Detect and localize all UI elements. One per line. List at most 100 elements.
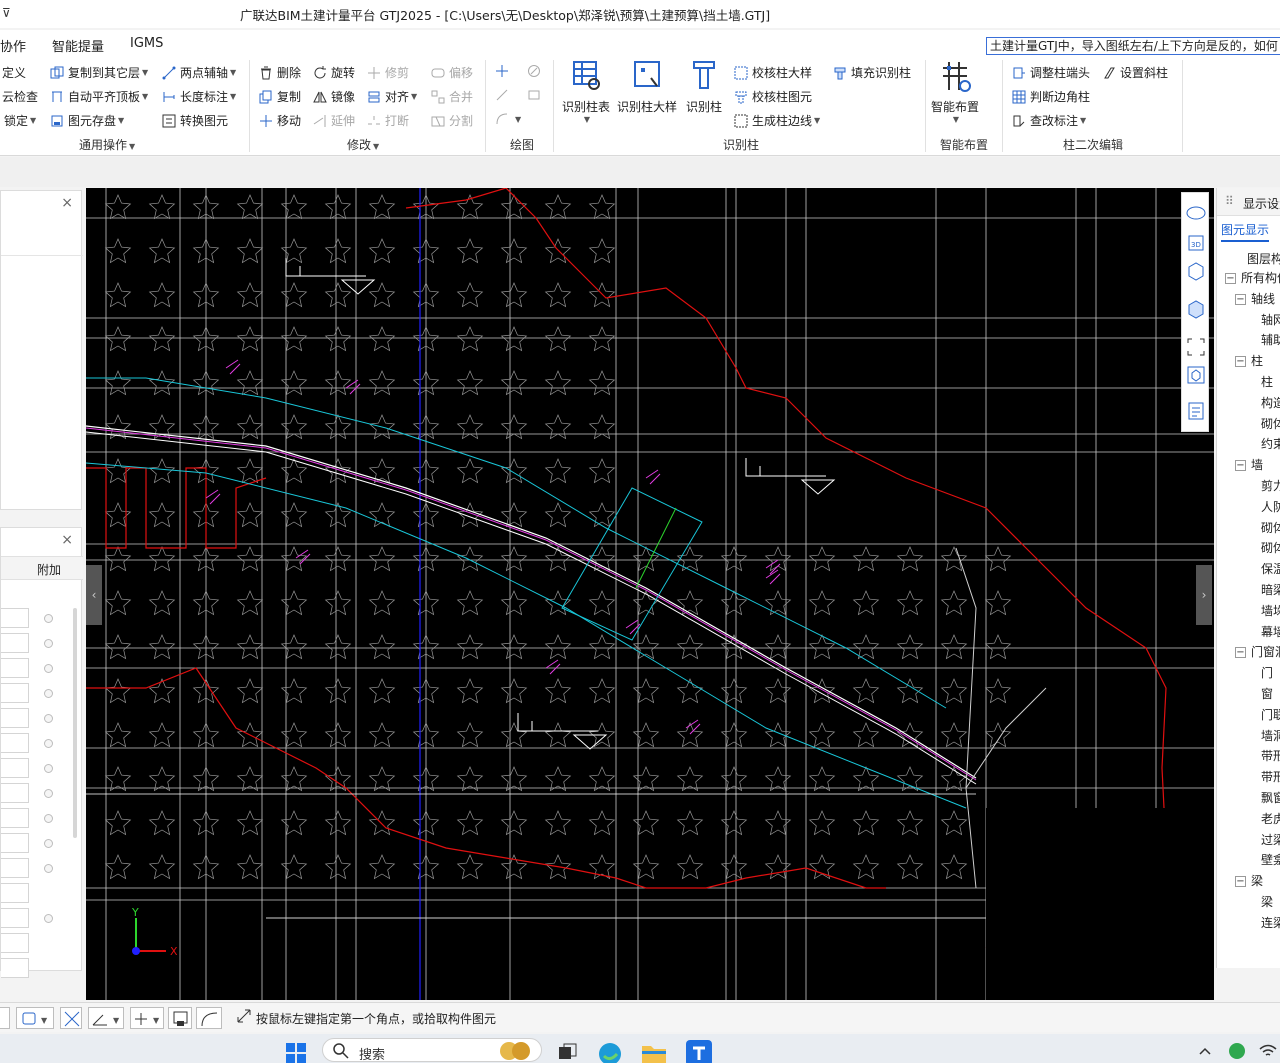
delete-button[interactable]: 删除	[259, 64, 301, 81]
fill-recognize-column-button[interactable]: 填充识别柱	[833, 64, 911, 81]
auto-align-slab-button[interactable]: 自动平齐顶板 ▼	[50, 88, 148, 105]
property-value-cell[interactable]	[1, 708, 29, 728]
gtj-app-icon[interactable]	[686, 1040, 712, 1063]
move-button[interactable]: 移动	[259, 112, 301, 129]
tab-collaborate[interactable]: 协作	[0, 36, 26, 55]
property-value-cell[interactable]	[1, 783, 29, 803]
generate-column-edge-button[interactable]: 生成柱边线 ▼	[734, 112, 820, 129]
property-value-cell[interactable]	[1, 933, 29, 953]
drawing-canvas[interactable]: YX	[86, 188, 1214, 1000]
break-button[interactable]: 打断	[367, 112, 409, 129]
collapse-toggle-icon[interactable]: −	[1235, 460, 1246, 472]
rotate-button[interactable]: 旋转	[313, 64, 355, 81]
edit-annotation-button[interactable]: 查改标注 ▼	[1012, 112, 1086, 129]
collapse-toggle-icon[interactable]: −	[1225, 273, 1236, 284]
attach-checkbox[interactable]	[44, 764, 53, 773]
property-value-cell[interactable]	[1, 833, 29, 853]
adjust-column-end-button[interactable]: 调整柱端头	[1012, 64, 1090, 81]
cloud-check-button[interactable]: 云检查	[2, 88, 38, 105]
attach-checkbox[interactable]	[44, 614, 53, 623]
close-icon[interactable]: ×	[61, 195, 73, 211]
property-value-cell[interactable]	[1, 733, 29, 753]
attach-checkbox[interactable]	[44, 864, 53, 873]
cad-drawing[interactable]: YX	[86, 188, 1214, 1000]
windows-start-icon[interactable]	[285, 1042, 307, 1063]
property-value-cell[interactable]	[1, 908, 29, 928]
offset-snap-dropdown[interactable]: ▼	[130, 1007, 164, 1029]
check-column-detail-button[interactable]: 校核柱大样	[734, 64, 812, 81]
mirror-button[interactable]: 镜像	[313, 88, 355, 105]
property-value-cell[interactable]	[1, 683, 29, 703]
draw-arc-button[interactable]: ▼	[495, 112, 521, 126]
lock-button[interactable]: 锁定 ▼	[4, 112, 36, 129]
chevron-up-icon[interactable]	[1198, 1044, 1212, 1061]
close-icon[interactable]: ×	[61, 532, 73, 548]
two-point-axis-button[interactable]: 两点辅轴 ▼	[162, 64, 236, 81]
angle-snap-dropdown[interactable]: ▼	[88, 1007, 124, 1029]
quick-access-icon[interactable]: ⊽	[2, 6, 11, 20]
collapse-toggle-icon[interactable]: −	[1235, 293, 1246, 305]
tab-element-display[interactable]: 图元显示	[1221, 221, 1270, 242]
align-button[interactable]: 对齐 ▼	[367, 88, 417, 105]
collapse-toggle-icon[interactable]: −	[1235, 647, 1246, 659]
attach-checkbox[interactable]	[44, 839, 53, 848]
taskbar-search-input[interactable]: 搜索	[322, 1038, 542, 1063]
tray-app-icon[interactable]	[1228, 1042, 1246, 1063]
define-button[interactable]: 定义	[2, 64, 26, 81]
help-search-input[interactable]: 土建计量GTJ中，导入图纸左右/上下方向是反的，如何	[986, 37, 1280, 55]
nav-left-arrow[interactable]: ‹	[86, 565, 102, 625]
cube-view-icon[interactable]	[1186, 261, 1206, 281]
network-icon[interactable]	[1258, 1042, 1278, 1063]
property-value-cell[interactable]	[1, 608, 29, 628]
element-view-icon[interactable]	[1186, 365, 1206, 385]
cross-select-icon[interactable]	[60, 1007, 82, 1029]
attach-checkbox[interactable]	[44, 714, 53, 723]
attach-checkbox[interactable]	[44, 914, 53, 923]
merge-button[interactable]: 合并	[431, 88, 473, 105]
dynamic-observe-icon[interactable]	[1186, 203, 1206, 223]
check-column-element-button[interactable]: 校核柱图元	[734, 88, 812, 105]
set-inclined-column-button[interactable]: 设置斜柱	[1102, 64, 1168, 81]
drag-handle-icon[interactable]: ⠿	[1225, 194, 1234, 208]
property-value-cell[interactable]	[1, 658, 29, 678]
draw-line-button[interactable]	[495, 88, 513, 102]
property-value-cell[interactable]	[1, 758, 29, 778]
recognize-column-detail-button[interactable]: 识别柱大样	[616, 58, 678, 115]
top-view-icon[interactable]	[1186, 299, 1206, 319]
convert-elements-button[interactable]: 转换图元	[162, 112, 228, 129]
smart-layout-button[interactable]: 智能布置 ▼	[928, 58, 982, 124]
draw-rect-button[interactable]	[527, 88, 545, 102]
trim-button[interactable]: 修剪	[367, 64, 409, 81]
property-value-cell[interactable]	[1, 858, 29, 878]
print-region-icon[interactable]	[168, 1007, 192, 1029]
attach-checkbox[interactable]	[44, 689, 53, 698]
nav-right-arrow[interactable]: ›	[1196, 565, 1212, 625]
length-dimension-button[interactable]: 长度标注 ▼	[162, 88, 236, 105]
attach-checkbox[interactable]	[44, 739, 53, 748]
display-settings-icon[interactable]	[1186, 401, 1206, 421]
save-elements-button[interactable]: 图元存盘 ▼	[50, 112, 124, 129]
recognize-column-table-button[interactable]: 识别柱表 ▼	[558, 58, 614, 124]
attach-checkbox[interactable]	[44, 789, 53, 798]
property-value-cell[interactable]	[1, 808, 29, 828]
collapse-toggle-icon[interactable]: −	[1235, 356, 1246, 368]
arc-draw-icon[interactable]	[196, 1007, 222, 1029]
scrollbar[interactable]	[73, 608, 77, 838]
tab-igms[interactable]: IGMS	[130, 36, 163, 51]
attach-checkbox[interactable]	[44, 639, 53, 648]
copy-to-floor-button[interactable]: 复制到其它层 ▼	[50, 64, 148, 81]
recognize-column-button[interactable]: 识别柱	[678, 58, 730, 115]
edge-browser-icon[interactable]	[598, 1042, 622, 1063]
snap-toggle[interactable]	[0, 1007, 10, 1029]
collapse-toggle-icon[interactable]: −	[1235, 876, 1246, 888]
copy-button[interactable]: 复制	[259, 88, 301, 105]
tab-smart-quantity[interactable]: 智能提量	[52, 36, 104, 55]
draw-point-button[interactable]	[495, 64, 513, 78]
attach-checkbox[interactable]	[44, 664, 53, 673]
judge-corner-column-button[interactable]: 判断边角柱	[1012, 88, 1090, 105]
property-value-cell[interactable]	[1, 633, 29, 653]
property-value-cell[interactable]	[1, 883, 29, 903]
task-view-icon[interactable]	[556, 1042, 578, 1063]
file-explorer-icon[interactable]	[641, 1042, 667, 1063]
zoom-extent-icon[interactable]	[1186, 337, 1206, 357]
